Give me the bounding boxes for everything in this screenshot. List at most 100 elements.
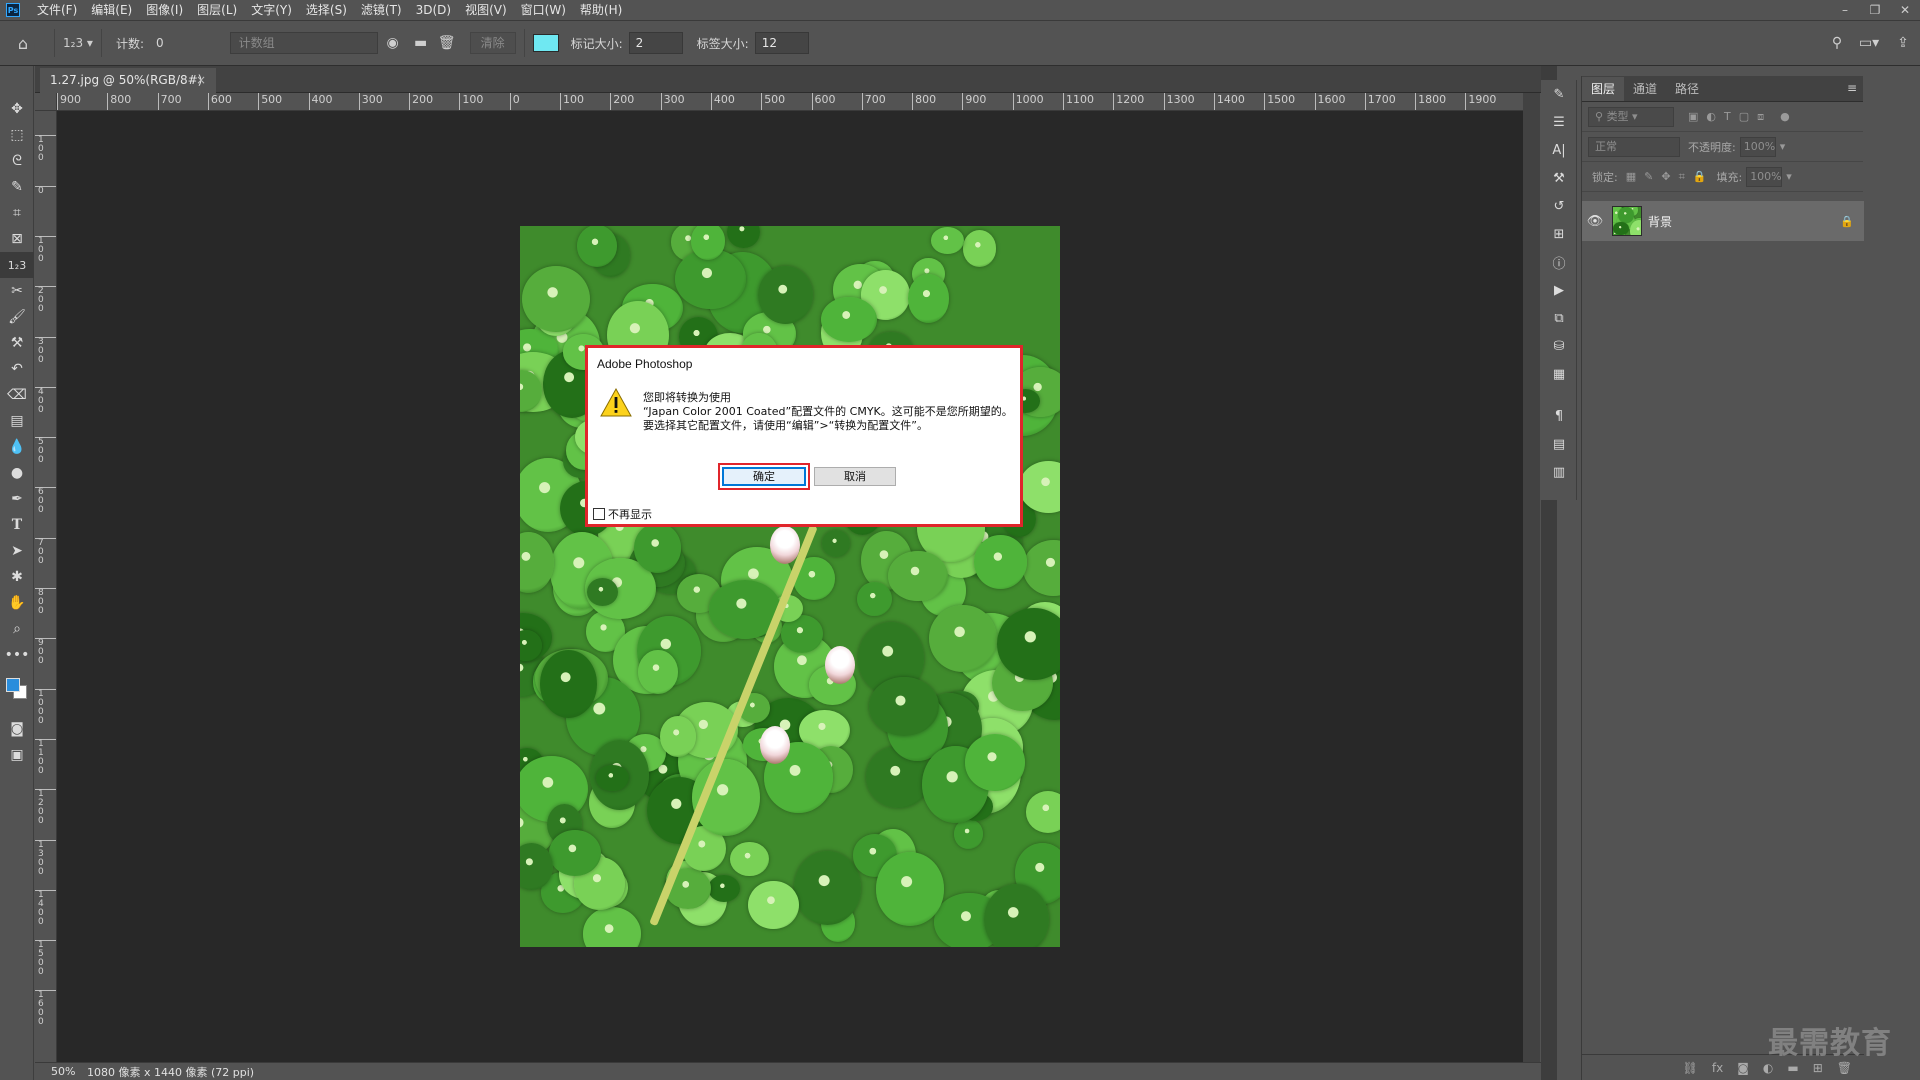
panel-menu-icon[interactable]: ≡ — [1847, 81, 1857, 95]
share-icon[interactable]: ⇪ — [1886, 35, 1920, 51]
ok-button[interactable]: 确定 — [722, 467, 806, 486]
opacity-dropdown-icon[interactable]: ▾ — [1780, 140, 1786, 153]
trash-icon[interactable]: 🗑 — [434, 35, 460, 51]
filter-shape-icon[interactable]: ▢ — [1739, 110, 1749, 123]
lock-position-icon[interactable]: ✥ — [1661, 170, 1670, 183]
menu-3d[interactable]: 3D(D) — [409, 0, 458, 20]
menu-window[interactable]: 窗口(W) — [514, 0, 573, 20]
menu-edit[interactable]: 编辑(E) — [84, 0, 139, 20]
color-swatches[interactable] — [0, 668, 33, 716]
document-tab[interactable]: 1.27.jpg @ 50%(RGB/8#) × — [40, 68, 216, 93]
menu-file[interactable]: 文件(F) — [30, 0, 84, 20]
info-icon[interactable]: ⓘ — [1541, 248, 1577, 276]
menu-help[interactable]: 帮助(H) — [573, 0, 629, 20]
count-tool-icon[interactable]: 1₂3 — [0, 252, 34, 278]
move-tool-icon[interactable]: ✥ — [0, 96, 34, 122]
marquee-tool-icon[interactable]: ⬚ — [0, 122, 34, 148]
home-icon[interactable]: ⌂ — [0, 20, 46, 66]
workspace-icon[interactable]: ▭▾ — [1852, 35, 1886, 51]
filter-toggle-icon[interactable]: ● — [1780, 110, 1790, 123]
canvas-area[interactable] — [57, 111, 1523, 1062]
type-tool-icon[interactable]: T — [0, 512, 34, 538]
lock-transparent-icon[interactable]: ▦ — [1626, 170, 1636, 183]
document-info[interactable]: 1080 像素 x 1440 像素 (72 ppi) — [87, 1064, 254, 1080]
layer-comps-icon[interactable]: ⧉ — [1541, 304, 1577, 332]
crop-tool-icon[interactable]: ⌗ — [0, 200, 34, 226]
filter-pixel-icon[interactable]: ▣ — [1688, 110, 1698, 123]
notes-icon[interactable]: ▥ — [1541, 458, 1577, 486]
folder-icon[interactable]: ▬ — [408, 35, 434, 51]
screen-mode-icon[interactable]: ▣ — [0, 742, 34, 768]
label-size-input[interactable]: 12 — [754, 32, 809, 54]
count-group-select[interactable]: 计数组 — [229, 32, 378, 54]
search-icon[interactable]: ⚲ — [1822, 35, 1852, 51]
tab-layers[interactable]: 图层 — [1582, 77, 1625, 101]
lock-image-icon[interactable]: ✎ — [1644, 170, 1653, 183]
layer-name[interactable]: 背景 — [1648, 213, 1840, 230]
layer-style-icon[interactable]: fx — [1712, 1061, 1723, 1075]
clone-stamp-tool-icon[interactable]: ⚒ — [0, 330, 34, 356]
tab-paths[interactable]: 路径 — [1666, 77, 1708, 101]
character-icon[interactable]: A| — [1541, 136, 1577, 164]
pen-tool-icon[interactable]: ✒ — [0, 486, 34, 512]
tab-channels[interactable]: 通道 — [1624, 77, 1666, 101]
properties-icon[interactable]: ▤ — [1541, 430, 1577, 458]
menu-layer[interactable]: 图层(L) — [190, 0, 244, 20]
marker-size-input[interactable]: 2 — [628, 32, 683, 54]
blend-mode-select[interactable]: 正常 — [1588, 136, 1680, 157]
link-layers-icon[interactable]: ⛓ — [1683, 1061, 1698, 1075]
blur-tool-icon[interactable]: 💧 — [0, 434, 34, 460]
healing-brush-tool-icon[interactable]: ✂ — [0, 278, 34, 304]
timeline-grid-icon[interactable]: ▦ — [1541, 360, 1577, 388]
fill-input[interactable]: 100% — [1746, 166, 1783, 187]
menu-filter[interactable]: 滤镜(T) — [354, 0, 409, 20]
restore-icon[interactable]: ❐ — [1860, 0, 1890, 20]
clear-button[interactable]: 清除 — [469, 32, 516, 54]
clone-source-icon[interactable]: ⚒ — [1541, 164, 1577, 192]
lock-all-icon[interactable]: 🔒 — [1693, 170, 1707, 183]
hand-tool-icon[interactable]: ✋ — [0, 590, 34, 616]
dont-show-again-checkbox[interactable] — [593, 508, 605, 520]
lasso-tool-icon[interactable]: ᘓ — [0, 148, 34, 174]
horizontal-ruler[interactable]: 900 800 700 600 500 400 300 200 100 0 100 200 300 400… — [57, 93, 1523, 111]
filter-smart-object-icon[interactable]: ⧈ — [1757, 110, 1764, 124]
dodge-tool-icon[interactable]: ● — [0, 460, 34, 486]
adjustment-layer-icon[interactable]: ◐ — [1763, 1061, 1773, 1075]
close-window-icon[interactable]: ✕ — [1890, 0, 1920, 20]
layer-filter-select[interactable]: ⚲ 类型 ▾ — [1588, 106, 1674, 127]
filter-type-icon[interactable]: T — [1724, 110, 1731, 123]
adjustments-sliders-icon[interactable]: ☰ — [1541, 108, 1577, 136]
quick-mask-icon[interactable]: ◙ — [0, 716, 34, 742]
gradient-tool-icon[interactable]: ▤ — [0, 408, 34, 434]
close-tab-icon[interactable]: × — [196, 68, 206, 93]
filter-adjustment-icon[interactable]: ◐ — [1706, 110, 1716, 123]
brush-tool-icon[interactable]: 🖌 — [0, 304, 34, 330]
actions-play-icon[interactable]: ▶ — [1541, 276, 1577, 304]
menu-type[interactable]: 文字(Y) — [244, 0, 299, 20]
menu-select[interactable]: 选择(S) — [299, 0, 354, 20]
menu-view[interactable]: 视图(V) — [458, 0, 514, 20]
opacity-input[interactable]: 100% — [1739, 136, 1776, 157]
zoom-level[interactable]: 50% — [35, 1065, 79, 1078]
cancel-button[interactable]: 取消 — [814, 467, 896, 486]
ruler-origin[interactable] — [35, 93, 57, 111]
path-selection-tool-icon[interactable]: ➤ — [0, 538, 34, 564]
count-tool-preset-icon[interactable]: 1₂3 ▾ — [63, 36, 93, 50]
frame-tool-icon[interactable]: ⊠ — [0, 226, 34, 252]
glyphs-icon[interactable]: ⊞ — [1541, 220, 1577, 248]
brush-settings-icon[interactable]: ✎ — [1541, 80, 1577, 108]
lock-artboard-icon[interactable]: ⌗ — [1679, 170, 1685, 184]
dont-show-again-row[interactable]: 不再显示 — [593, 506, 652, 522]
delete-layer-icon[interactable]: 🗑 — [1837, 1061, 1852, 1075]
menu-image[interactable]: 图像(I) — [139, 0, 190, 20]
add-mask-icon[interactable]: ◙ — [1737, 1061, 1749, 1075]
toggle-visibility-icon[interactable]: ◉ — [378, 35, 408, 51]
new-group-icon[interactable]: ▬ — [1787, 1061, 1798, 1075]
quick-selection-tool-icon[interactable]: ✎ — [0, 174, 34, 200]
shape-tool-icon[interactable]: ✱ — [0, 564, 34, 590]
marker-color-swatch[interactable] — [532, 34, 559, 52]
zoom-tool-icon[interactable]: ⌕ — [0, 616, 34, 642]
history-brush-tool-icon[interactable]: ↶ — [0, 356, 34, 382]
minimize-icon[interactable]: – — [1830, 0, 1860, 20]
paragraph-icon[interactable]: ¶ — [1541, 402, 1577, 430]
